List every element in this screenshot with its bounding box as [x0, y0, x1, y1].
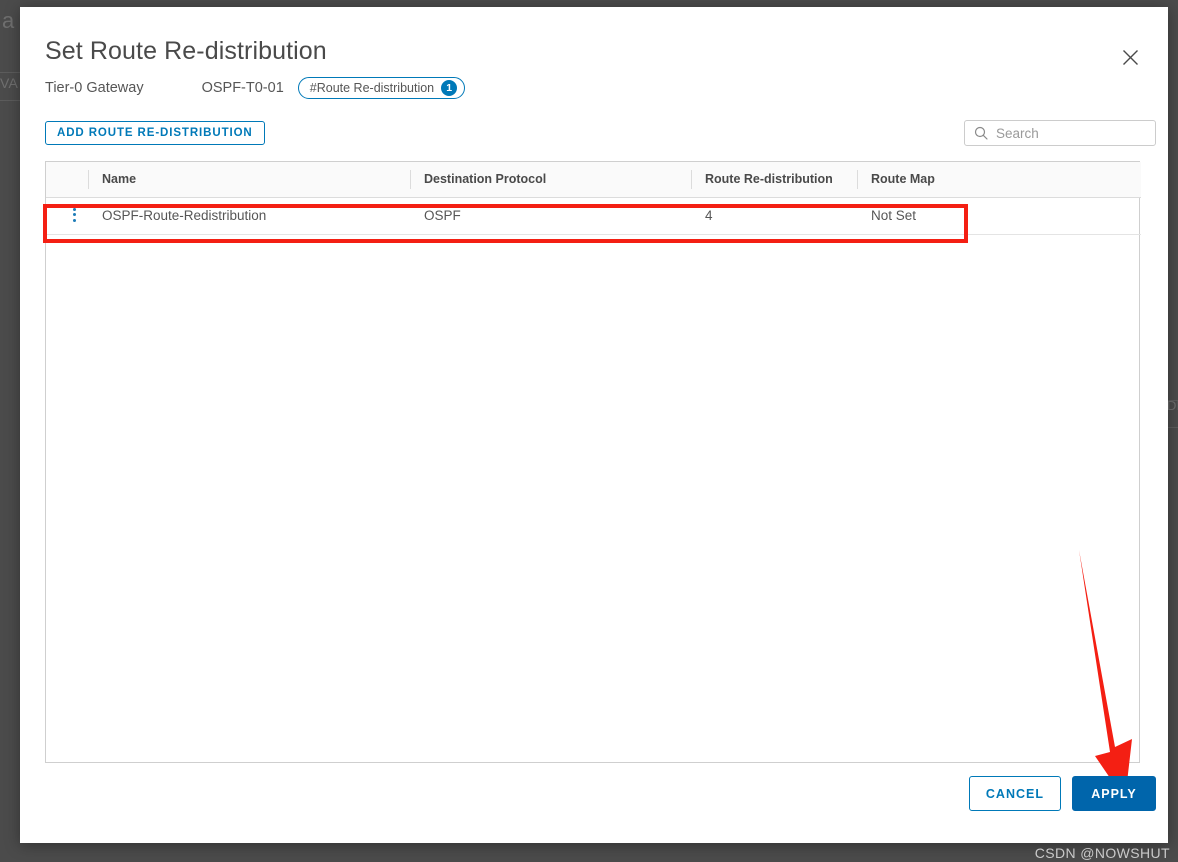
backdrop-divider-4: [1168, 427, 1178, 428]
cell-name: OSPF-Route-Redistribution: [88, 197, 410, 235]
gateway-name-label: OSPF-T0-01: [201, 80, 284, 96]
search-icon: [974, 126, 988, 140]
watermark: CSDN @NOWSHUT: [1034, 845, 1170, 861]
backdrop-text-fragment-2: VA: [0, 75, 19, 91]
column-header-route-redistribution: Route Re-distribution: [691, 162, 857, 198]
route-redistribution-chip[interactable]: #Route Re-distribution 1: [297, 77, 466, 99]
column-header-destination-protocol: Destination Protocol: [410, 162, 691, 198]
apply-button[interactable]: APPLY: [1072, 776, 1156, 811]
row-actions-cell: [46, 197, 88, 235]
dialog-title: Set Route Re-distribution: [45, 37, 327, 65]
table-row[interactable]: OSPF-Route-Redistribution OSPF 4 Not Set: [46, 197, 1141, 235]
cell-route-redistribution[interactable]: 4: [691, 197, 857, 235]
dialog-footer: CANCEL APPLY: [968, 776, 1156, 811]
cell-route-map: Not Set: [857, 197, 1141, 235]
set-route-redistribution-dialog: Set Route Re-distribution Tier-0 Gateway…: [20, 7, 1168, 843]
table-header-row: Name Destination Protocol Route Re-distr…: [46, 162, 1141, 198]
backdrop-divider-1: [0, 72, 20, 73]
backdrop-text-fragment-1: a: [2, 8, 15, 33]
column-header-name: Name: [88, 162, 410, 198]
backdrop-divider-2: [0, 100, 20, 101]
search-box[interactable]: [964, 120, 1156, 146]
add-route-redistribution-button[interactable]: ADD ROUTE RE-DISTRIBUTION: [45, 121, 265, 145]
cancel-button[interactable]: CANCEL: [968, 776, 1061, 811]
dialog-subheader: Tier-0 Gateway OSPF-T0-01 #Route Re-dist…: [45, 75, 466, 101]
column-header-route-map: Route Map: [857, 162, 1141, 198]
search-input[interactable]: [996, 125, 1155, 141]
backdrop-text-fragment-3: DP: [1167, 398, 1178, 413]
cell-destination-protocol: OSPF: [410, 197, 691, 235]
route-redistribution-table: Name Destination Protocol Route Re-distr…: [45, 161, 1141, 763]
chip-label: #Route Re-distribution: [309, 81, 435, 95]
column-header-actions: [46, 162, 88, 198]
gateway-type-label: Tier-0 Gateway: [45, 80, 144, 96]
chip-count-badge: 1: [441, 80, 458, 96]
kebab-menu-icon[interactable]: [67, 206, 81, 222]
close-icon[interactable]: [1114, 41, 1146, 73]
